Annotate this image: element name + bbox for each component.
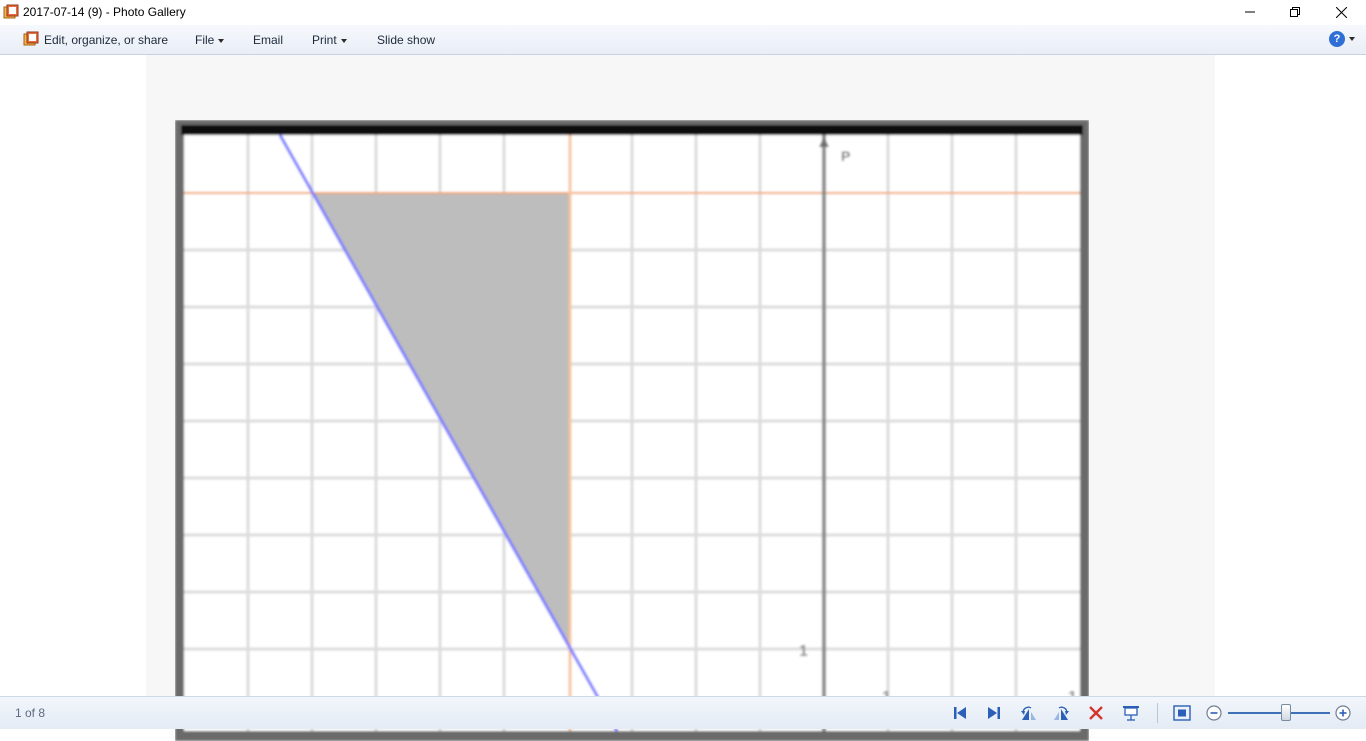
slideshow-play-button[interactable] [1121, 704, 1141, 722]
delete-button[interactable] [1086, 704, 1106, 722]
restore-icon [1290, 7, 1300, 17]
zoom-slider-track[interactable] [1228, 712, 1330, 714]
y-axis-letter: P [841, 148, 850, 164]
delete-icon [1089, 706, 1103, 720]
next-icon [988, 707, 1000, 719]
print-menu-label: Print [312, 33, 337, 47]
zoom-in-icon [1335, 705, 1351, 721]
help-icon: ? [1329, 31, 1345, 47]
photo-gallery-icon [23, 31, 39, 46]
print-menu[interactable]: Print [312, 33, 347, 47]
photo: P 1 1 1 [175, 120, 1089, 741]
chevron-down-icon [218, 38, 225, 43]
command-bar: Edit, organize, or share File Email Prin… [0, 25, 1366, 55]
page-counter: 1 of 8 [15, 706, 46, 720]
fit-to-window-button[interactable] [1172, 704, 1192, 722]
zoom-out-button[interactable] [1204, 704, 1224, 722]
file-menu-label: File [195, 33, 215, 47]
tick-label: 1 [799, 643, 808, 660]
minimize-icon [1245, 11, 1255, 13]
title-bar: 2017-07-14 (9) - Photo Gallery [0, 0, 1366, 24]
email-button[interactable]: Email [253, 33, 283, 47]
close-button[interactable] [1318, 0, 1364, 24]
zoom-out-icon [1206, 705, 1222, 721]
next-button[interactable] [984, 704, 1004, 722]
rotate-left-button[interactable] [1018, 704, 1038, 722]
toolbar-divider [1157, 703, 1158, 723]
help-button[interactable]: ? [1329, 31, 1355, 47]
window-title: 2017-07-14 (9) - Photo Gallery [23, 5, 186, 19]
fit-to-window-icon [1173, 705, 1191, 721]
rotate-right-button[interactable] [1052, 704, 1072, 722]
zoom-slider-thumb[interactable] [1281, 704, 1291, 721]
previous-icon [954, 707, 966, 719]
file-menu[interactable]: File [195, 33, 225, 47]
photo-gallery-icon [3, 4, 19, 19]
previous-button[interactable] [950, 704, 970, 722]
slideshow-icon [1123, 706, 1139, 721]
minimize-button[interactable] [1227, 0, 1273, 24]
chevron-down-icon [340, 38, 347, 43]
zoom-in-button[interactable] [1333, 704, 1353, 722]
slideshow-button[interactable]: Slide show [377, 33, 435, 47]
rotate-left-icon [1021, 706, 1036, 720]
edit-organize-share-button[interactable]: Edit, organize, or share [44, 33, 168, 47]
restore-button[interactable] [1272, 0, 1318, 24]
close-icon [1335, 6, 1347, 18]
status-bar: 1 of 8 [0, 696, 1366, 729]
photo-viewer: P 1 1 1 [0, 55, 1366, 741]
chevron-down-icon [1349, 37, 1355, 41]
rotate-right-icon [1054, 706, 1069, 720]
